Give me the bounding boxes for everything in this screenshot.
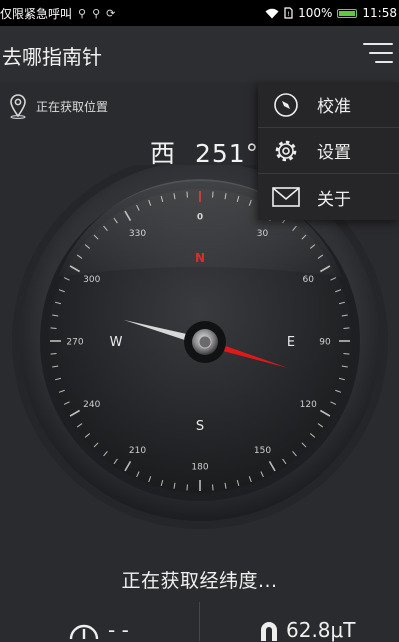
location-status-text: 正在获取位置 — [36, 99, 109, 114]
dial-degree-label: 300 — [83, 275, 100, 285]
menu-item-about[interactable]: 关于 — [258, 174, 399, 220]
dial-tick — [50, 353, 57, 355]
compass-dial: 0306090120150180210240270300330 N E S W — [12, 165, 388, 529]
location-pin-icon — [10, 94, 26, 119]
menu-item-label: 校准 — [317, 97, 351, 117]
location-status: 正在获取位置 — [8, 93, 108, 119]
needle-hub-center — [198, 335, 212, 349]
wifi-icon — [265, 8, 279, 18]
gauge-icon — [69, 624, 99, 640]
menu-item-label: 关于 — [317, 189, 351, 210]
dial-degree-label: 120 — [300, 400, 317, 410]
status-bar: 仅限紧急呼叫 ⚲ ⚲ ⟳ ! 100% 11:58 — [0, 0, 399, 26]
menu-button[interactable] — [363, 39, 393, 67]
usb-icon-2: ⚲ — [92, 6, 101, 20]
battery-percent: 100% — [298, 6, 333, 20]
carrier-text: 仅限紧急呼叫 — [0, 6, 73, 21]
menu-item-label: 设置 — [317, 143, 351, 163]
overflow-menu: 校准 设置 关于 — [258, 82, 399, 220]
battery-icon — [337, 8, 358, 18]
magnetic-value: 62.8μT — [286, 618, 356, 642]
compass-icon — [271, 90, 301, 120]
heading-direction: 西 — [150, 139, 177, 168]
dial-tick — [50, 327, 57, 329]
cardinal-west-label: W — [110, 335, 123, 350]
magnet-icon — [261, 622, 277, 641]
svg-text:!: ! — [287, 11, 289, 18]
clock: 11:58 — [362, 6, 397, 20]
dial-degree-label: 180 — [191, 463, 208, 473]
dial-degree-label: 270 — [66, 338, 83, 348]
menu-item-settings[interactable]: 设置 — [258, 128, 399, 174]
dial-degree-label: 90 — [319, 338, 331, 348]
bottom-divider — [199, 602, 200, 641]
dial-degree-label: 240 — [83, 400, 100, 410]
app-bar: 去哪指南针 — [0, 26, 399, 82]
dial-degree-label: 150 — [254, 446, 271, 456]
sim-icon: ! — [284, 7, 293, 19]
cardinal-south-label: S — [196, 419, 204, 434]
altitude-stat: - - — [68, 618, 129, 642]
sync-icon: ⟳ — [106, 6, 116, 20]
dial-tick — [343, 353, 350, 355]
magnetic-stat: 62.8μT — [258, 618, 355, 642]
dial-tick — [186, 484, 188, 491]
dial-tick — [212, 484, 214, 491]
coordinates-status: 正在获取经纬度... — [121, 570, 278, 592]
heading-degrees: 251° — [194, 139, 260, 168]
gear-icon — [271, 136, 301, 166]
app-title: 去哪指南针 — [2, 45, 102, 69]
menu-item-calibrate[interactable]: 校准 — [258, 82, 399, 128]
mail-icon — [271, 182, 301, 212]
altitude-value: - - — [108, 618, 129, 642]
dial-degree-label: 60 — [303, 275, 315, 285]
cardinal-east-label: E — [287, 335, 295, 350]
dial-degree-label: 210 — [129, 446, 146, 456]
usb-icon: ⚲ — [78, 6, 87, 20]
dial-tick — [343, 327, 350, 329]
